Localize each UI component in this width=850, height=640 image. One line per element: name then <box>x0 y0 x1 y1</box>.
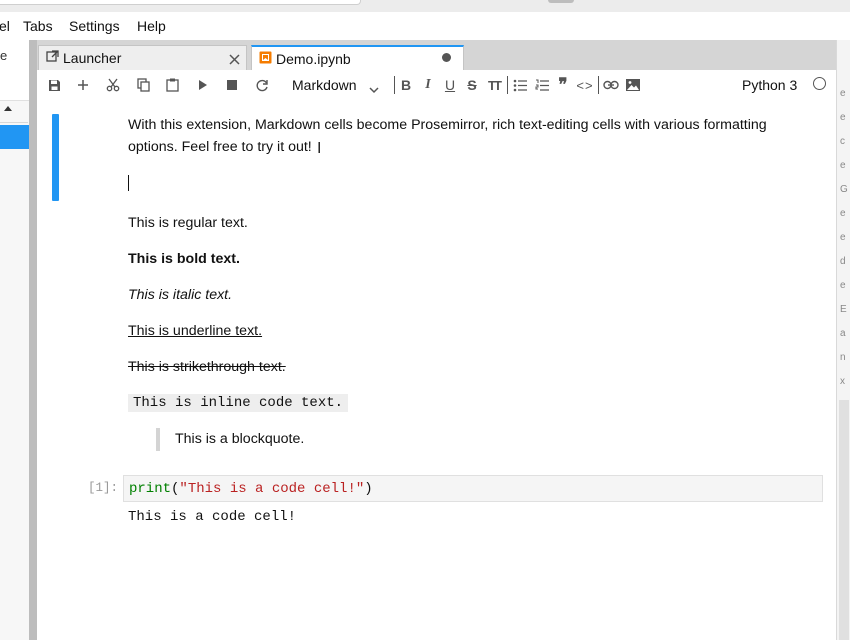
edge-fragment: e <box>840 160 846 171</box>
divider <box>507 76 508 94</box>
edge-fragment: e <box>840 208 846 219</box>
divider <box>0 122 28 123</box>
code-string: "This is a code cell!" <box>179 481 365 497</box>
add-cell-icon[interactable] <box>73 75 93 95</box>
menu-kernel[interactable]: el <box>0 18 10 34</box>
panel-splitter[interactable] <box>29 40 37 640</box>
kernel-status-icon <box>813 77 826 90</box>
address-field-edge <box>0 0 361 5</box>
run-icon[interactable] <box>193 75 213 95</box>
edge-fragment: n <box>840 352 846 363</box>
blockquote-text[interactable]: This is a blockquote. <box>175 431 304 447</box>
bold-icon[interactable]: B <box>396 75 416 95</box>
numbered-list-icon[interactable] <box>532 75 552 95</box>
markdown-intro-line-1[interactable]: With this extension, Markdown cells beco… <box>128 117 767 133</box>
bold-text[interactable]: This is bold text. <box>128 251 240 267</box>
edge-fragment: e <box>840 232 846 243</box>
italic-text[interactable]: This is italic text. <box>128 287 232 303</box>
chevron-up-icon[interactable] <box>4 106 12 111</box>
window-control-edge <box>548 0 574 3</box>
code-function: print <box>129 481 172 497</box>
edge-fragment: e <box>840 280 846 291</box>
edge-fragment: x <box>840 376 845 387</box>
launcher-icon <box>46 50 59 66</box>
save-icon[interactable] <box>44 75 64 95</box>
code-cell-output: This is a code cell! <box>128 509 297 525</box>
text-size-glyph: TT <box>488 77 502 93</box>
bullet-list-icon[interactable] <box>510 75 530 95</box>
menu-help[interactable]: Help <box>137 18 166 34</box>
cut-icon[interactable] <box>103 75 123 95</box>
close-icon[interactable] <box>229 52 240 68</box>
file-browser-header: e <box>0 40 29 101</box>
paste-icon[interactable] <box>162 75 182 95</box>
notebook-icon <box>259 51 272 67</box>
tab-demo-label: Demo.ipynb <box>276 51 351 67</box>
cell-type-value: Markdown <box>292 77 357 93</box>
text-cursor-icon: I <box>317 140 322 157</box>
chevron-down-icon <box>369 81 379 99</box>
sidebar-fragment: e <box>0 48 8 63</box>
edge-fragment: d <box>840 256 846 267</box>
underline-text[interactable]: This is underline text. <box>128 323 262 339</box>
file-browser-selected-item[interactable] <box>0 125 29 149</box>
image-icon[interactable] <box>623 75 643 95</box>
cell-type-select[interactable]: Markdown <box>283 75 383 95</box>
underline-icon[interactable]: U <box>440 75 460 95</box>
active-cell-indicator[interactable] <box>52 114 59 201</box>
edge-fragment: E <box>840 304 847 315</box>
copy-icon[interactable] <box>133 75 153 95</box>
unsaved-dot-icon[interactable] <box>442 53 451 62</box>
strikethrough-icon[interactable]: S <box>462 75 482 95</box>
strikethrough-text[interactable]: This is strikethrough text. <box>128 359 286 375</box>
divider <box>394 76 395 94</box>
blockquote-bar <box>156 428 160 451</box>
italic-icon[interactable]: I <box>418 75 438 95</box>
edge-fragment: a <box>840 328 846 339</box>
tab-bar: Launcher Demo.ipynb <box>37 40 836 70</box>
quote-glyph: ❞ <box>558 75 568 94</box>
regular-text[interactable]: This is regular text. <box>128 215 248 231</box>
markdown-intro-line-2[interactable]: options. Feel free to try it out! <box>128 139 312 155</box>
edge-fragment: e <box>840 88 846 99</box>
strike-glyph: S <box>467 77 477 93</box>
italic-glyph: I <box>425 77 431 92</box>
restart-icon[interactable] <box>252 75 272 95</box>
underline-glyph: U <box>444 77 456 93</box>
menubar: el Tabs Settings Help <box>0 12 850 41</box>
divider <box>598 76 599 94</box>
scrollbar-track[interactable] <box>839 400 849 640</box>
tab-demo-notebook[interactable]: Demo.ipynb <box>251 45 464 70</box>
link-icon[interactable] <box>601 75 621 95</box>
code-icon[interactable]: <> <box>575 75 595 95</box>
menu-tabs[interactable]: Tabs <box>23 18 53 34</box>
right-edge-panel: e e c e G e e d e E a n x <box>836 40 850 640</box>
text-caret <box>128 175 129 191</box>
notebook-toolbar: Markdown B I U S TT ❞ <> Python 3 <box>37 70 836 100</box>
code-glyph: <> <box>576 77 594 93</box>
file-browser-panel: e <box>0 40 30 640</box>
edge-fragment: G <box>840 184 848 195</box>
code-close-paren: ) <box>364 481 373 497</box>
code-cell-prompt: [1]: <box>88 481 119 495</box>
edge-fragment: e <box>840 112 846 123</box>
bold-glyph: B <box>400 77 412 93</box>
tab-launcher-label: Launcher <box>63 50 122 66</box>
menu-settings[interactable]: Settings <box>69 18 120 34</box>
code-cell-input[interactable]: print("This is a code cell!") <box>123 475 823 502</box>
tab-launcher[interactable]: Launcher <box>38 45 247 70</box>
kernel-name[interactable]: Python 3 <box>742 77 797 93</box>
stop-icon[interactable] <box>222 75 242 95</box>
edge-fragment: c <box>840 136 845 147</box>
code-line: print("This is a code cell!") <box>129 481 373 497</box>
text-size-icon[interactable]: TT <box>484 75 504 95</box>
blockquote-icon[interactable]: ❞ <box>553 75 573 95</box>
inline-code-text[interactable]: This is inline code text. <box>128 394 349 412</box>
